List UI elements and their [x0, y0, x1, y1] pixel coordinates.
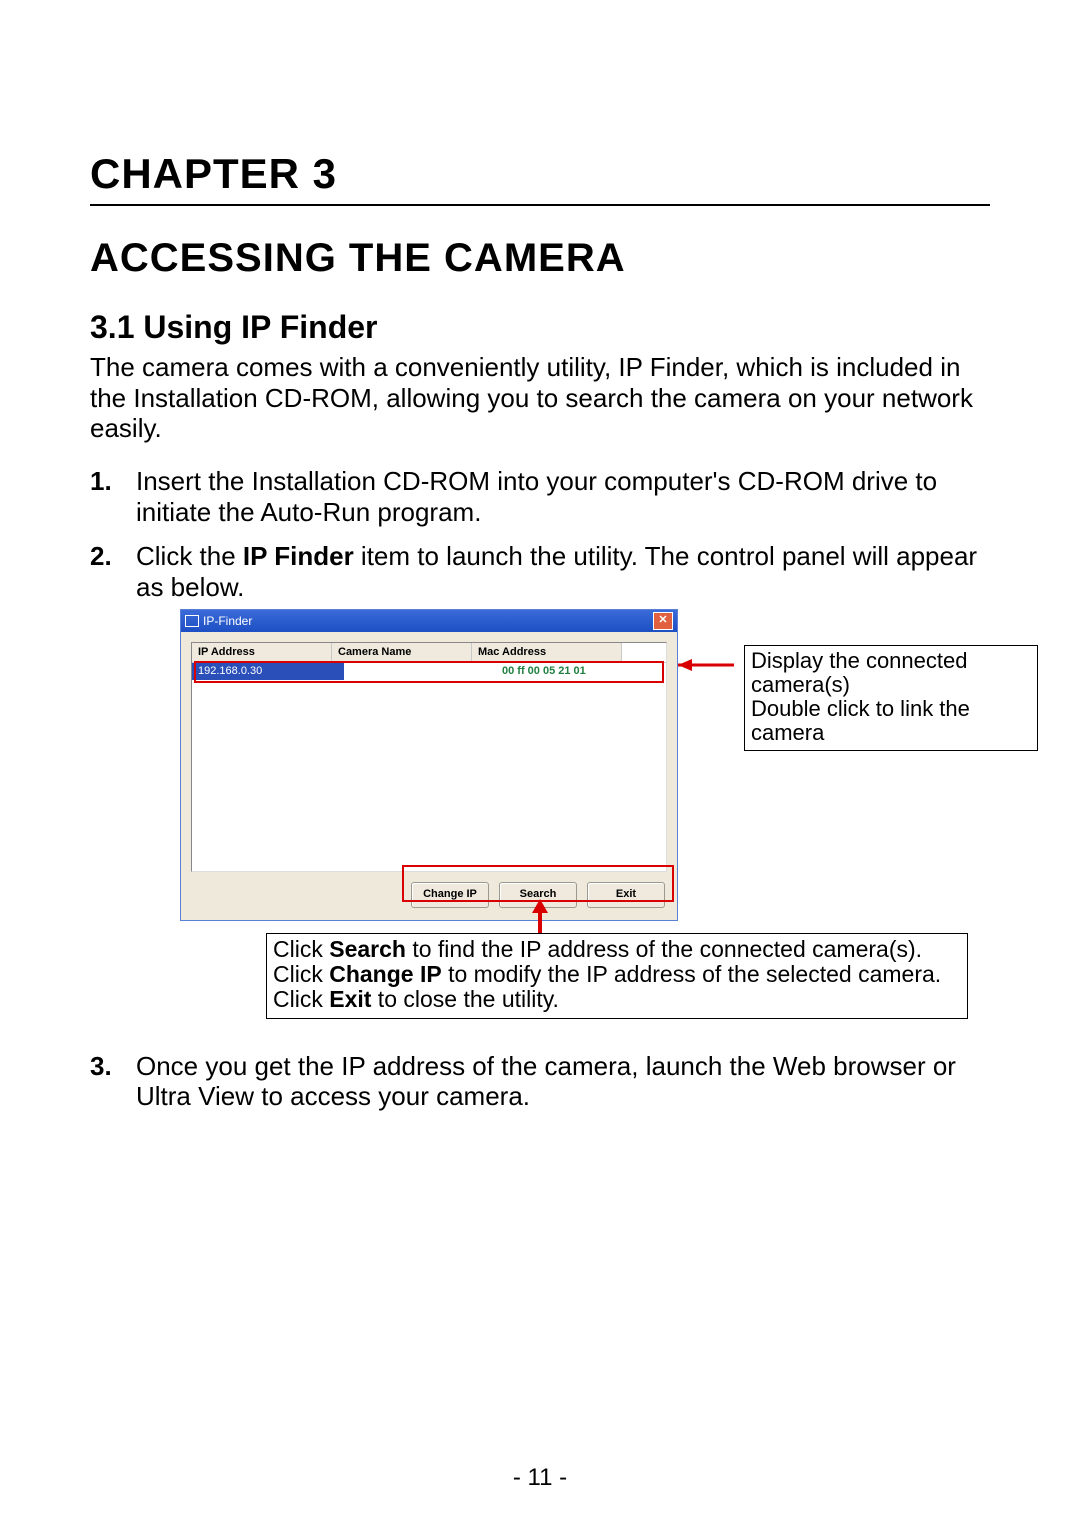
- col-name[interactable]: Camera Name: [332, 643, 472, 662]
- step-2-pre: Click the: [136, 541, 243, 571]
- exit-button[interactable]: Exit: [587, 882, 665, 908]
- close-button[interactable]: ✕: [653, 612, 673, 630]
- step-3: Once you get the IP address of the camer…: [90, 1051, 990, 1112]
- change-ip-button[interactable]: Change IP: [411, 882, 489, 908]
- callout-right: Display the connected camera(s) Double c…: [744, 645, 1038, 752]
- window-title: IP-Finder: [203, 614, 252, 628]
- cell-name: [344, 663, 496, 680]
- ipfinder-window: IP-Finder ✕ IP Address Camera Name Mac A…: [180, 609, 678, 921]
- ipfinder-figure: IP-Finder ✕ IP Address Camera Name Mac A…: [180, 609, 990, 1029]
- page-number: - 11 -: [0, 1464, 1080, 1492]
- step-1-text: Insert the Installation CD-ROM into your…: [136, 466, 937, 527]
- callout-right-line1: Display the connected camera(s): [751, 648, 967, 697]
- section-heading: 3.1 Using IP Finder: [90, 309, 990, 346]
- callout-bottom: Click Search to find the IP address of t…: [266, 933, 968, 1019]
- button-row: Change IP Search Exit: [191, 882, 667, 908]
- col-mac[interactable]: Mac Address: [472, 643, 622, 662]
- step-2: Click the IP Finder item to launch the u…: [90, 541, 990, 1028]
- window-titlebar: IP-Finder ✕: [181, 610, 677, 632]
- cell-mac: 00 ff 00 05 21 01: [496, 663, 658, 680]
- step-3-text: Once you get the IP address of the camer…: [136, 1051, 956, 1112]
- cell-ip: 192.168.0.30: [192, 663, 344, 680]
- intro-paragraph: The camera comes with a conveniently uti…: [90, 352, 990, 444]
- camera-list[interactable]: IP Address Camera Name Mac Address 192.1…: [191, 642, 667, 872]
- col-ip[interactable]: IP Address: [192, 643, 332, 662]
- list-header: IP Address Camera Name Mac Address: [192, 643, 666, 663]
- app-icon: [185, 615, 199, 627]
- step-1: Insert the Installation CD-ROM into your…: [90, 466, 990, 527]
- step-2-bold: IP Finder: [243, 541, 354, 571]
- close-icon: ✕: [658, 615, 667, 626]
- chapter-heading: CHAPTER 3: [90, 150, 990, 206]
- callout-right-line2: Double click to link the camera: [751, 696, 970, 745]
- list-row-1[interactable]: 192.168.0.30 00 ff 00 05 21 01: [192, 663, 666, 680]
- window-body: IP Address Camera Name Mac Address 192.1…: [181, 632, 677, 920]
- chapter-title: ACCESSING THE CAMERA: [90, 236, 990, 281]
- chapter-label: CHAPTER 3: [90, 150, 337, 197]
- arrow-right: [678, 649, 742, 680]
